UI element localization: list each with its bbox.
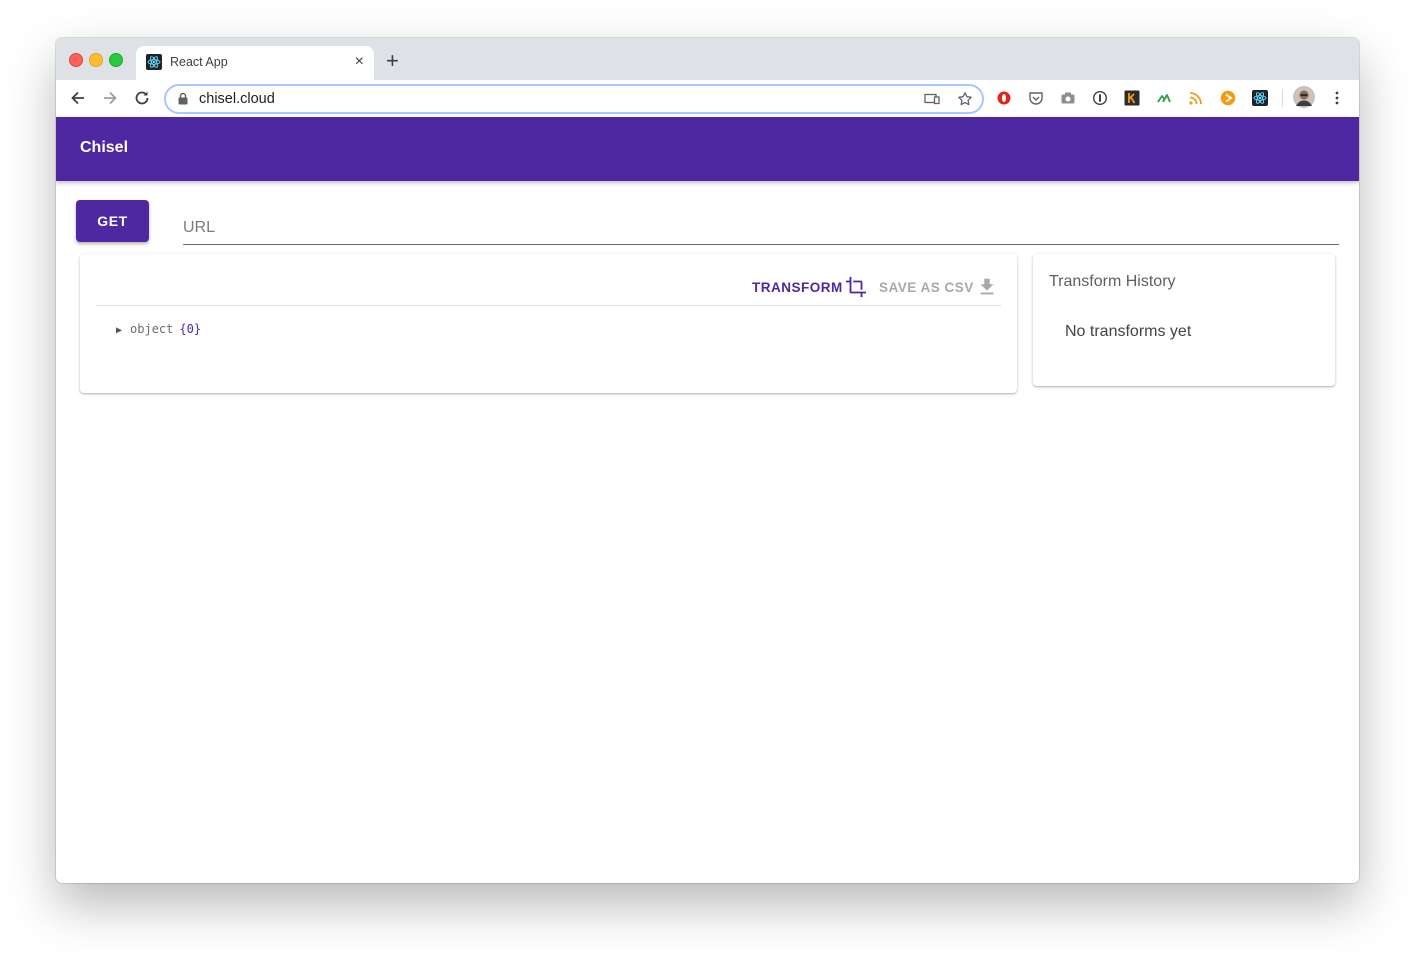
react-favicon-icon [146, 54, 162, 70]
k-icon[interactable] [1124, 90, 1140, 106]
address-bar[interactable]: chisel.cloud [164, 84, 984, 114]
save-csv-button[interactable]: SAVE AS CSV [879, 275, 998, 299]
toolbar-divider [1282, 89, 1283, 107]
pocket-icon[interactable] [1028, 90, 1044, 106]
camera-icon[interactable] [1060, 90, 1076, 106]
expand-caret-icon[interactable]: ▶ [116, 325, 122, 336]
green-ext-icon[interactable] [1156, 90, 1172, 106]
card-divider [96, 305, 1001, 306]
tab-strip: React App × + [56, 38, 1359, 80]
rss-icon[interactable] [1188, 90, 1204, 106]
play-icon[interactable] [1220, 90, 1236, 106]
app-bar: Chisel [56, 117, 1359, 181]
forward-icon[interactable] [100, 88, 120, 108]
close-icon[interactable]: × [355, 53, 364, 71]
get-button[interactable]: GET [76, 200, 149, 242]
json-tree[interactable]: ▶ object {0} [116, 322, 201, 336]
history-empty-message: No transforms yet [1065, 323, 1192, 340]
response-card: TRANSFORM SAVE AS CSV ▶ object {0} [80, 254, 1017, 393]
tab-title: React App [170, 55, 228, 69]
1password-icon[interactable] [1092, 90, 1108, 106]
react-devtools-icon[interactable] [1252, 90, 1268, 106]
reload-icon[interactable] [132, 88, 152, 108]
crop-icon [845, 276, 866, 298]
browser-window: React App × + chisel.cloud Chisel GET UR… [56, 38, 1359, 883]
download-icon [980, 278, 994, 295]
avatar[interactable] [1293, 86, 1315, 108]
address-text: chisel.cloud [199, 91, 275, 107]
minimize-window-button[interactable] [89, 53, 103, 67]
tree-root-key: object [130, 322, 174, 336]
cast-icon[interactable] [924, 91, 940, 107]
opera-icon[interactable] [996, 90, 1012, 106]
app-title: Chisel [80, 139, 129, 156]
tab-react-app[interactable]: React App × [136, 46, 374, 80]
maximize-window-button[interactable] [109, 53, 123, 67]
history-title: Transform History [1049, 273, 1176, 290]
more-icon[interactable] [1329, 90, 1345, 106]
lock-icon [178, 92, 188, 105]
url-input[interactable] [183, 214, 1339, 242]
transform-history-card: Transform History No transforms yet [1033, 254, 1335, 386]
transform-button[interactable]: TRANSFORM [752, 275, 867, 299]
save-csv-label: SAVE AS CSV [879, 279, 974, 295]
new-tab-button[interactable]: + [386, 50, 399, 72]
back-icon[interactable] [68, 88, 88, 108]
url-field [183, 214, 1339, 245]
transform-label: TRANSFORM [752, 279, 843, 295]
star-icon[interactable] [957, 91, 973, 107]
tree-root-count: {0} [179, 322, 202, 336]
close-window-button[interactable] [69, 53, 83, 67]
